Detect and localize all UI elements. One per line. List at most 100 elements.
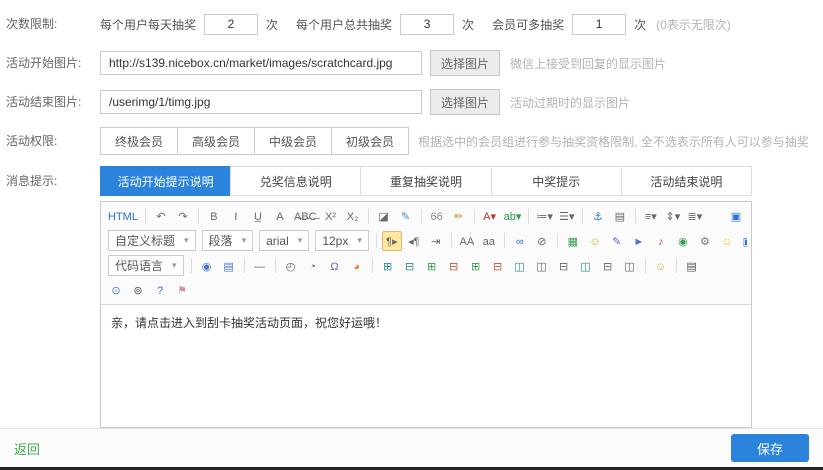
delete-col-icon[interactable]: ⊟ (488, 256, 508, 276)
end-image-pick-button[interactable]: 选择图片 (430, 89, 500, 115)
snapscreen-icon[interactable]: ◉ (197, 256, 217, 276)
font-size-select[interactable]: 12px▾ (315, 230, 369, 251)
link-icon[interactable]: ∞ (510, 231, 530, 251)
toolbar-separator (198, 209, 199, 224)
music-icon[interactable]: ♪ (651, 231, 671, 251)
time-icon[interactable]: ◔ (303, 256, 323, 276)
start-image-controls: 选择图片 微信上接受到回复的显示图片 (100, 50, 666, 76)
split-cols-icon[interactable]: ◫ (620, 256, 640, 276)
fullscreen-icon[interactable]: ▣ (726, 206, 746, 226)
date-icon[interactable]: ◴ (281, 256, 301, 276)
italic-icon[interactable]: I (226, 206, 246, 226)
subscript-icon[interactable]: X₂ (343, 206, 363, 226)
split-cells-icon[interactable]: ◫ (576, 256, 596, 276)
end-image-url-input[interactable] (100, 90, 422, 114)
unlink-icon[interactable]: ⊘ (532, 231, 552, 251)
lowercase-icon[interactable]: aa (479, 231, 499, 251)
align-dropdown-icon[interactable]: ≡▾ (641, 206, 661, 226)
start-image-pick-button[interactable]: 选择图片 (430, 50, 500, 76)
smiley-icon[interactable]: ☺ (651, 256, 671, 276)
chart-icon[interactable]: ◕ (347, 256, 367, 276)
emotion-icon[interactable]: ☺ (585, 231, 605, 251)
highlight-color-icon[interactable]: ab▾ (502, 206, 524, 226)
special-chars-icon[interactable]: Ω (325, 256, 345, 276)
member-level-button-middle[interactable]: 中级会员 (254, 127, 332, 155)
times-suffix: 次 (634, 16, 646, 33)
doc-icon[interactable]: ▤ (610, 206, 630, 226)
help-icon[interactable]: ? (150, 280, 170, 300)
font-family-select[interactable]: arial▾ (259, 230, 309, 251)
scrawl-icon[interactable]: ✎ (607, 231, 627, 251)
paragraph-select[interactable]: 段落▾ (202, 230, 254, 251)
search-replace-icon[interactable]: ⊙ (106, 280, 126, 300)
member-level-button-junior[interactable]: 初级会员 (331, 127, 409, 155)
redo-icon[interactable]: ↷ (173, 206, 193, 226)
merge-right-icon[interactable]: ◫ (532, 256, 552, 276)
indent-icon[interactable]: ⇥ (426, 231, 446, 251)
word-image-icon[interactable]: ▤ (219, 256, 239, 276)
strikethrough-icon[interactable]: A̶B̶C̶ (292, 206, 319, 226)
insert-row-icon[interactable]: ⊞ (422, 256, 442, 276)
toolbar-separator (275, 258, 276, 273)
total-draw-input[interactable] (400, 14, 454, 35)
ordered-list-icon[interactable]: ≔▾ (534, 206, 555, 226)
print-icon[interactable]: ▤ (682, 256, 702, 276)
image-icon[interactable]: ▦ (563, 231, 583, 251)
panel-icon[interactable]: ▣ (738, 231, 747, 251)
member-level-button-ultimate[interactable]: 终极会员 (100, 127, 178, 155)
toolbar-separator (244, 258, 245, 273)
split-rows-icon[interactable]: ⊟ (598, 256, 618, 276)
gear-icon[interactable]: ⚙ (695, 231, 715, 251)
code-language-select[interactable]: 代码语言▾ (108, 255, 184, 276)
text-direction-rtl-icon[interactable]: ◂¶ (404, 231, 424, 251)
tab-redeem-info[interactable]: 兑奖信息说明 (230, 166, 361, 196)
bold-icon[interactable]: B (204, 206, 224, 226)
insert-table-icon[interactable]: ⊞ (378, 256, 398, 276)
source-code-icon[interactable]: HTML (106, 206, 140, 226)
paragraph-spacing-icon[interactable]: ⇕▾ (663, 206, 683, 226)
font-color-icon[interactable]: A▾ (480, 206, 500, 226)
uppercase-icon[interactable]: AA (457, 231, 477, 251)
tab-activity-start-message[interactable]: 活动开始提示说明 (100, 166, 231, 196)
permissions-hint: 根据选中的会员组进行参与抽奖资格限制, 全不选表示所有人可以参与抽奖 (418, 133, 809, 150)
save-button[interactable]: 保存 (731, 434, 809, 462)
superscript-icon[interactable]: X² (321, 206, 341, 226)
toolbar-separator (474, 209, 475, 224)
anchor-icon[interactable]: ⚓ (588, 206, 608, 226)
unordered-list-icon[interactable]: ☰▾ (557, 206, 577, 226)
insert-col-icon[interactable]: ⊞ (466, 256, 486, 276)
undo-icon[interactable]: ↶ (151, 206, 171, 226)
tab-win-message[interactable]: 中奖提示 (491, 166, 622, 196)
merge-cells-icon[interactable]: ◫ (510, 256, 530, 276)
font-border-icon[interactable]: A (270, 206, 290, 226)
merge-down-icon[interactable]: ⊟ (554, 256, 574, 276)
text-direction-ltr-icon[interactable]: ¶▸ (382, 231, 402, 251)
back-link[interactable]: 返回 (14, 439, 40, 458)
toolbar-separator (504, 233, 505, 248)
editor-content[interactable]: 亲，请点击进入到刮卡抽奖活动页面，祝您好运哦！ (101, 305, 751, 427)
bookmark-icon[interactable]: ⚑ (172, 280, 192, 300)
video-icon[interactable]: ► (629, 231, 649, 251)
tab-repeat-draw[interactable]: 重复抽奖说明 (360, 166, 491, 196)
custom-title-select[interactable]: 自定义标题▾ (108, 230, 196, 251)
daily-draw-label: 每个用户每天抽奖 (100, 16, 196, 33)
delete-row-icon[interactable]: ⊟ (444, 256, 464, 276)
eraser-icon[interactable]: ◪ (374, 206, 394, 226)
daily-draw-input[interactable] (204, 14, 258, 35)
tab-activity-end-message[interactable]: 活动结束说明 (621, 166, 752, 196)
paste-plain-icon[interactable]: ✏ (449, 206, 469, 226)
line-height-icon[interactable]: ≣▾ (685, 206, 705, 226)
binoculars-icon[interactable]: ⊚ (128, 280, 148, 300)
horizontal-rule-icon[interactable]: — (250, 256, 270, 276)
format-painter-icon[interactable]: ✎ (396, 206, 416, 226)
emoji-icon[interactable]: ☺ (717, 231, 737, 251)
limits-controls: 每个用户每天抽奖 次 每个用户总共抽奖 次 会员可多抽奖 次 (0表示无限次) (100, 14, 731, 35)
member-extra-draw-input[interactable] (572, 14, 626, 35)
map-icon[interactable]: ◉ (673, 231, 693, 251)
member-level-button-senior[interactable]: 高级会员 (177, 127, 255, 155)
rich-text-editor: HTML↶↷BIU̲AA̶B̶C̶X²X₂◪✎66✏A▾ab▾≔▾☰▾⚓▤≡▾⇕… (100, 201, 752, 428)
blockquote-icon[interactable]: 66 (427, 206, 447, 226)
underline-icon[interactable]: U̲ (248, 206, 268, 226)
delete-table-icon[interactable]: ⊟ (400, 256, 420, 276)
start-image-url-input[interactable] (100, 51, 422, 75)
